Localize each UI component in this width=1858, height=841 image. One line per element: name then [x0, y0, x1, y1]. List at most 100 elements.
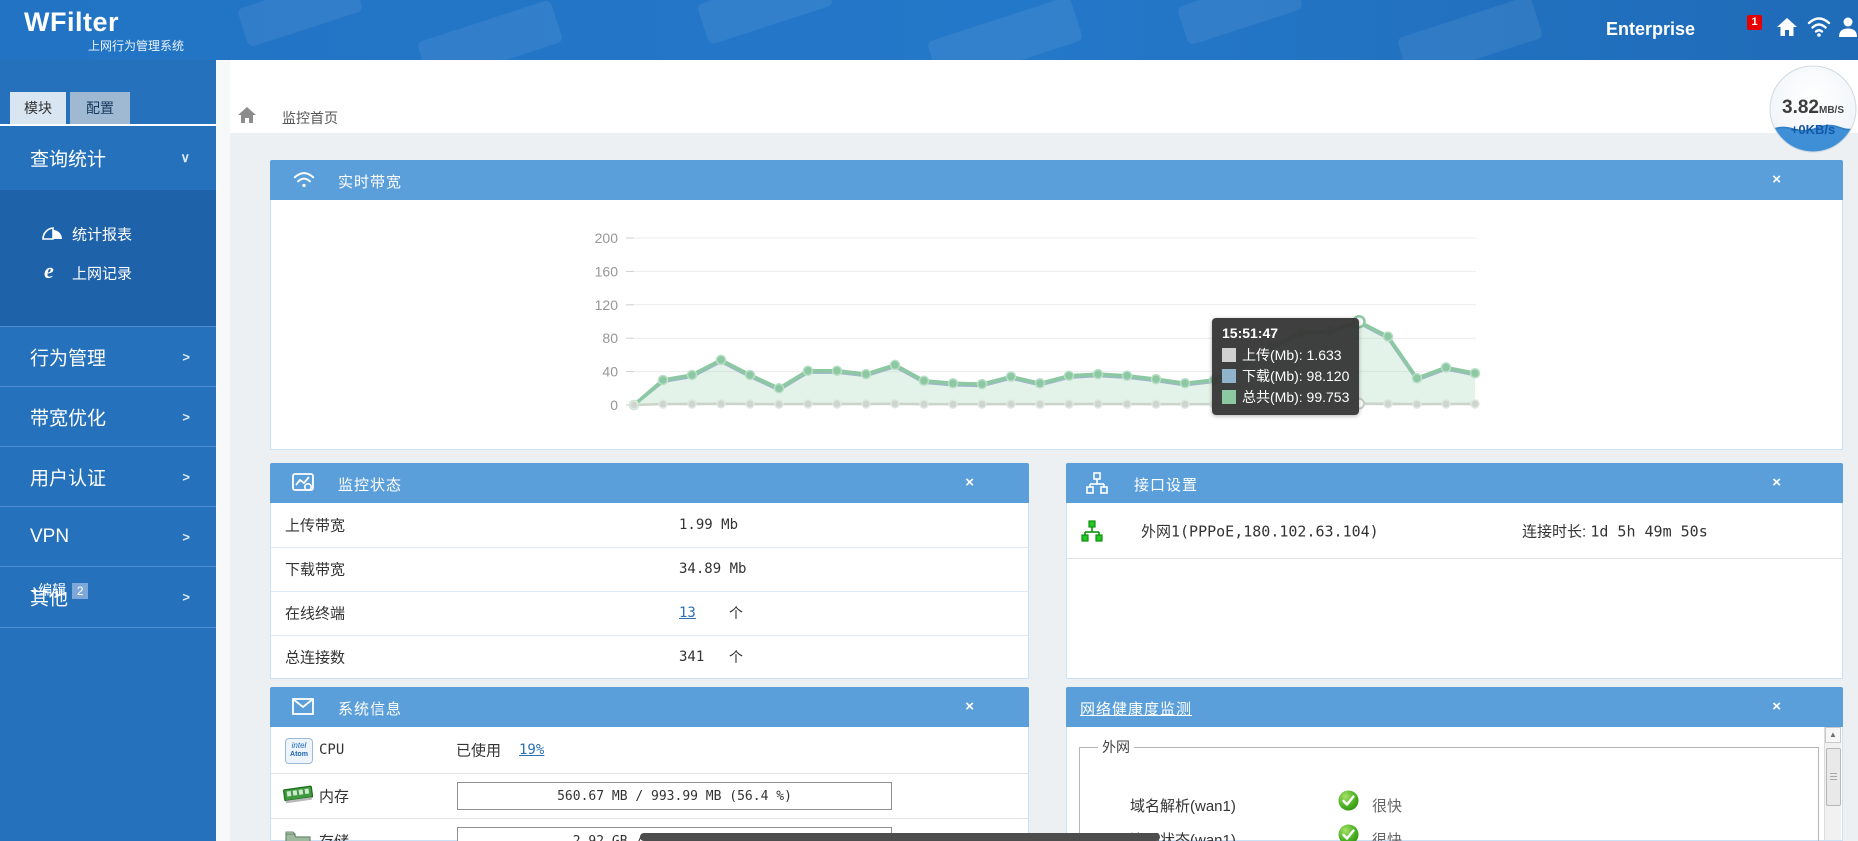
online-devices-link[interactable]: 13 — [679, 605, 696, 621]
memory-label: 内存 — [319, 785, 349, 806]
svg-text:200: 200 — [595, 230, 619, 246]
storage-folder-icon — [285, 830, 311, 841]
panel-header: 系统信息 × — [270, 687, 1029, 727]
sidebar-item-label: 带宽优化 — [30, 404, 106, 431]
panel-title: 接口设置 — [1134, 474, 1198, 495]
download-swatch-icon — [1222, 369, 1236, 383]
svg-text:120: 120 — [595, 297, 619, 313]
panel-network-health: 网络健康度监测 × 外网 域名解析(wan1) 很快 连通状态(wan1) — [1066, 687, 1843, 841]
home-icon[interactable] — [1776, 16, 1798, 38]
upload-swatch-icon — [1222, 348, 1236, 362]
header-decor-key — [697, 0, 834, 45]
wan-row[interactable]: 外网1(PPPoE,180.102.63.104) 连接时长: 1d 5h 49… — [1067, 503, 1842, 559]
panel-title: 实时带宽 — [338, 171, 402, 192]
panel-body: 04080120160200 — [270, 200, 1843, 450]
table-row: 下载带宽 34.89 Mb — [271, 547, 1028, 592]
atom-label: Atom — [286, 751, 312, 759]
health-scrollbar[interactable]: ▲ — [1824, 727, 1841, 840]
ram-icon — [283, 785, 313, 805]
scroll-up-icon: ▲ — [1829, 730, 1837, 739]
top-header: WFilter 上网行为管理系统 Enterprise 1 — [0, 0, 1858, 62]
memory-usage-meter: 560.67 MB / 993.99 MB (56.4 %) — [457, 782, 892, 810]
row-value: 1.99 Mb — [679, 517, 738, 533]
health-row-label: 域名解析(wan1) — [1130, 798, 1236, 815]
cpu-used-link[interactable]: 19% — [519, 742, 544, 758]
sidebar-item-label: 用户认证 — [30, 464, 106, 491]
sidebar-item-label: 统计报表 — [72, 224, 132, 245]
account-name[interactable]: Enterprise — [1606, 19, 1695, 40]
group-label: 外网 — [1098, 737, 1134, 757]
browser-e-icon: e — [44, 258, 54, 284]
sidebar-item-bandwidth[interactable]: 带宽优化 > — [0, 386, 216, 447]
close-icon[interactable]: × — [1772, 473, 1781, 493]
sidebar-tab-modules[interactable]: 模块 — [10, 92, 66, 124]
chart-tooltip: 15:51:47 上传(Mb): 1.633 下载(Mb): 98.120 总共… — [1212, 318, 1359, 415]
wifi-icon — [292, 169, 316, 191]
thumb-grip — [1830, 779, 1837, 780]
network-health-title-link[interactable]: 网络健康度监测 — [1080, 698, 1192, 719]
report-chart-icon — [42, 225, 64, 243]
sidebar-item-behavior[interactable]: 行为管理 > — [0, 326, 216, 387]
svg-text:80: 80 — [602, 330, 618, 346]
scroll-up-button[interactable]: ▲ — [1825, 727, 1841, 743]
intel-label: intel — [286, 741, 312, 751]
panel-header: 接口设置 × — [1066, 463, 1843, 503]
network-tree-icon — [1086, 472, 1108, 494]
sidebar-tab-config[interactable]: 配置 — [70, 92, 130, 124]
horizontal-scrollbar-thumb[interactable] — [640, 833, 1160, 841]
row-value: 34.89 Mb — [679, 561, 746, 577]
chevron-right-icon: > — [182, 470, 190, 485]
cpu-used-label: 已使用 — [456, 740, 501, 761]
panel-system-info: 系统信息 × intel Atom CPU 已使用 19% — [270, 687, 1029, 841]
user-icon[interactable] — [1838, 16, 1858, 38]
panel-realtime-bandwidth: 实时带宽 × 04080120160200 — [270, 160, 1843, 450]
panel-body: 上传带宽 1.99 Mb 下载带宽 34.89 Mb 在线终端 13 个 总连接… — [270, 503, 1029, 679]
breadcrumb[interactable]: 监控首页 — [282, 108, 338, 128]
wan-name: 外网1(PPPoE,180.102.63.104) — [1141, 520, 1379, 541]
sidebar: 模块 配置 查询统计 ∨ 统计报表 e 上网记录 行为管理 > — [0, 60, 216, 841]
wan-duration: 连接时长: 1d 5h 49m 50s — [1522, 520, 1708, 541]
sidebar-item-label: 查询统计 — [30, 145, 106, 172]
sidebar-item-query-stats[interactable]: 查询统计 ∨ — [0, 126, 216, 190]
panel-title: 系统信息 — [338, 698, 402, 719]
health-status: 很快 — [1372, 795, 1402, 816]
memory-usage-value: 560.67 MB / 993.99 MB (56.4 %) — [557, 789, 792, 804]
close-icon[interactable]: × — [965, 697, 974, 717]
row-label: 上传带宽 — [285, 515, 345, 536]
gauge-speed-unit: MB/S — [1819, 105, 1844, 116]
row-label: 下载带宽 — [285, 559, 345, 580]
wifi-icon[interactable] — [1806, 14, 1832, 38]
gauge-delta: +0KB/s — [1769, 122, 1857, 137]
sidebar-item-label: VPN — [30, 526, 69, 548]
sidebar-edit-link[interactable]: +编辑2 — [30, 580, 88, 600]
panel-body: 外网 域名解析(wan1) 很快 连通状态(wan1) 很快 — [1066, 727, 1843, 841]
cpu-intel-atom-icon: intel Atom — [285, 738, 313, 764]
sidebar-item-auth[interactable]: 用户认证 > — [0, 446, 216, 507]
thumb-grip — [1830, 776, 1837, 777]
header-decor-key — [1397, 0, 1544, 62]
breadcrumb-bar: 监控首页 — [230, 60, 1858, 133]
cpu-row: intel Atom CPU 已使用 19% — [271, 727, 1028, 774]
sidebar-item-web-records[interactable]: e 上网记录 — [0, 254, 216, 292]
chevron-right-icon: > — [182, 410, 190, 425]
wan-network-icon — [1081, 520, 1103, 542]
envelope-icon — [292, 698, 314, 715]
tooltip-time: 15:51:47 — [1222, 325, 1349, 341]
bandwidth-chart[interactable]: 04080120160200 — [271, 200, 1842, 448]
sidebar-item-stat-reports[interactable]: 统计报表 — [0, 215, 216, 253]
header-decor-key — [237, 0, 363, 48]
close-icon[interactable]: × — [965, 473, 974, 493]
row-label: 总连接数 — [285, 647, 345, 668]
scrollbar-thumb[interactable] — [1826, 748, 1841, 806]
panel-body: intel Atom CPU 已使用 19% 内存 — [270, 727, 1029, 841]
check-ok-icon — [1338, 790, 1359, 811]
speed-gauge[interactable]: 3.82MB/S +0KB/s — [1769, 65, 1857, 153]
chevron-right-icon: > — [182, 350, 190, 365]
header-decor-key — [1177, 0, 1303, 46]
breadcrumb-home-icon[interactable] — [238, 107, 256, 124]
sidebar-item-vpn[interactable]: VPN > — [0, 506, 216, 567]
notification-badge[interactable]: 1 — [1747, 15, 1762, 30]
close-icon[interactable]: × — [1772, 170, 1781, 190]
wan-health-group: 外网 域名解析(wan1) 很快 连通状态(wan1) 很快 — [1079, 737, 1819, 841]
close-icon[interactable]: × — [1772, 697, 1781, 717]
